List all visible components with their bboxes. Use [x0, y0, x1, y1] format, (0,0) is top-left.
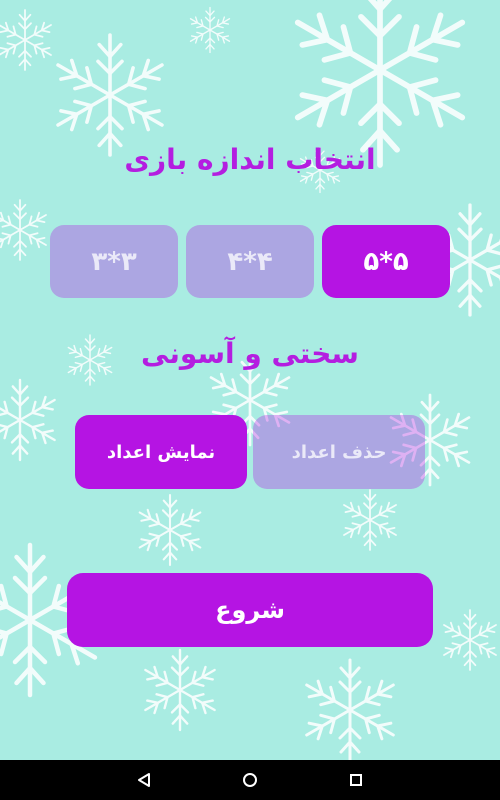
size-option-3x3[interactable]: ۳*۳	[50, 225, 178, 298]
size-option-5x5[interactable]: ۵*۵	[322, 225, 450, 298]
show-numbers-button[interactable]: نمایش اعداد	[75, 415, 247, 489]
recents-icon[interactable]	[346, 770, 366, 790]
android-navigation-bar	[0, 760, 500, 800]
start-button[interactable]: شروع	[67, 573, 433, 647]
hide-numbers-button[interactable]: حذف اعداد	[253, 415, 425, 489]
size-section-title: انتخاب اندازه بازی	[124, 143, 376, 176]
back-icon[interactable]	[134, 770, 154, 790]
difficulty-section-title: سختی و آسونی	[141, 337, 359, 370]
home-icon[interactable]	[240, 770, 260, 790]
size-option-4x4[interactable]: ۴*۴	[186, 225, 314, 298]
